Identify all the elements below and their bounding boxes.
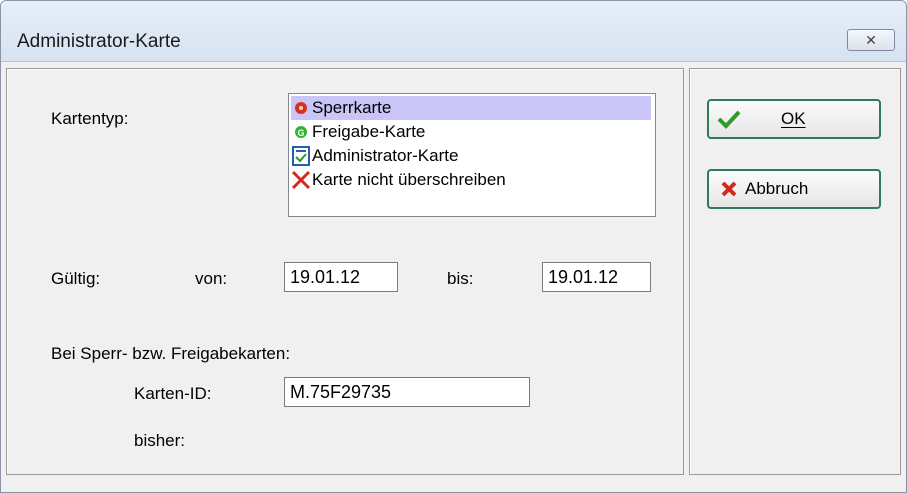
- cancel-button[interactable]: Abbruch: [707, 169, 881, 209]
- red-dot-icon: [291, 98, 311, 118]
- card-type-listbox[interactable]: Sperrkarte G Freigabe-Karte Administrato…: [288, 93, 656, 217]
- ok-label: OK: [781, 109, 806, 128]
- cancel-x-icon: [709, 179, 749, 199]
- list-item-label: Freigabe-Karte: [312, 122, 426, 141]
- card-type-label: Kartentyp:: [51, 109, 129, 128]
- section-label: Bei Sperr- bzw. Freigabekarten:: [51, 344, 291, 363]
- from-label: von:: [195, 269, 228, 288]
- card-id-label: Karten-ID:: [134, 384, 212, 403]
- list-item-label: Sperrkarte: [312, 98, 392, 117]
- list-item-nicht-ueberschreiben[interactable]: Karte nicht überschreiben: [291, 168, 651, 192]
- dialog-window: Administrator-Karte ✕ Kartentyp: Sperrka…: [0, 0, 907, 493]
- svg-text:G: G: [297, 128, 304, 138]
- list-item-sperrkarte[interactable]: Sperrkarte: [291, 96, 651, 120]
- button-panel: OK Abbruch: [689, 68, 901, 475]
- admin-card-icon: [291, 146, 311, 166]
- from-date-field[interactable]: [284, 262, 398, 292]
- list-item-label: Administrator-Karte: [312, 146, 459, 165]
- cancel-label: Abbruch: [745, 179, 809, 198]
- to-date-field[interactable]: [542, 262, 651, 292]
- window-title: Administrator-Karte: [17, 31, 181, 52]
- previous-label: bisher:: [134, 431, 186, 450]
- ok-button[interactable]: OK: [707, 99, 881, 139]
- form-panel: Kartentyp: Sperrkarte G Freigabe-Karte A…: [6, 68, 684, 475]
- list-item-label: Karte nicht überschreiben: [312, 170, 506, 189]
- green-g-icon: G: [291, 122, 311, 142]
- to-label: bis:: [447, 269, 474, 288]
- title-bar[interactable]: Administrator-Karte ✕: [1, 1, 906, 62]
- list-item-administrator[interactable]: Administrator-Karte: [291, 144, 651, 168]
- check-icon: [709, 109, 749, 129]
- list-item-freigabe[interactable]: G Freigabe-Karte: [291, 120, 651, 144]
- red-x-icon: [291, 170, 311, 190]
- close-button[interactable]: ✕: [847, 29, 895, 51]
- close-icon: ✕: [865, 31, 877, 48]
- valid-label: Gültig:: [51, 269, 101, 288]
- card-id-field[interactable]: [284, 377, 530, 407]
